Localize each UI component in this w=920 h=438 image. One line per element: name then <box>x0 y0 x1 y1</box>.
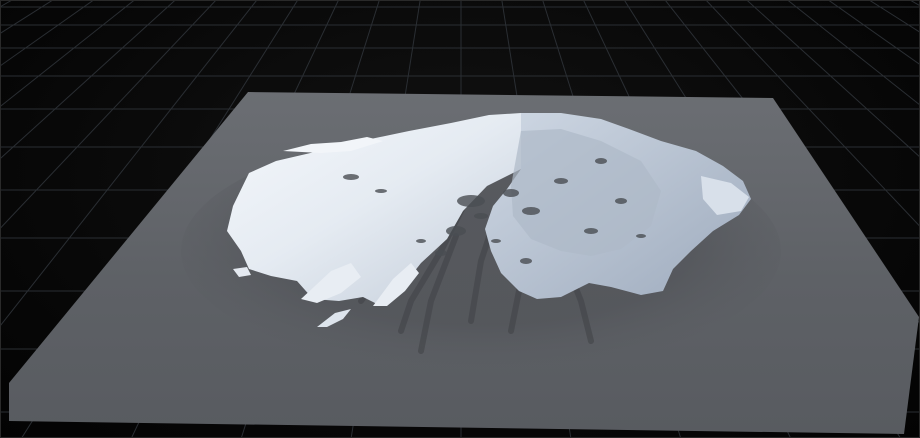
3d-viewport[interactable] <box>0 0 920 438</box>
rock <box>520 258 532 264</box>
rock <box>522 207 540 215</box>
terrain-scene[interactable] <box>1 1 920 438</box>
rock <box>554 178 568 184</box>
rock <box>343 174 359 180</box>
rock <box>636 234 646 238</box>
rock <box>503 189 519 197</box>
rock <box>491 239 501 243</box>
rock <box>595 158 607 164</box>
rock <box>446 226 466 236</box>
rock <box>375 189 387 193</box>
rock <box>435 250 447 256</box>
rock <box>615 198 627 204</box>
rock <box>474 213 488 219</box>
rock <box>416 239 426 243</box>
rock <box>584 228 598 234</box>
rock <box>457 195 485 207</box>
